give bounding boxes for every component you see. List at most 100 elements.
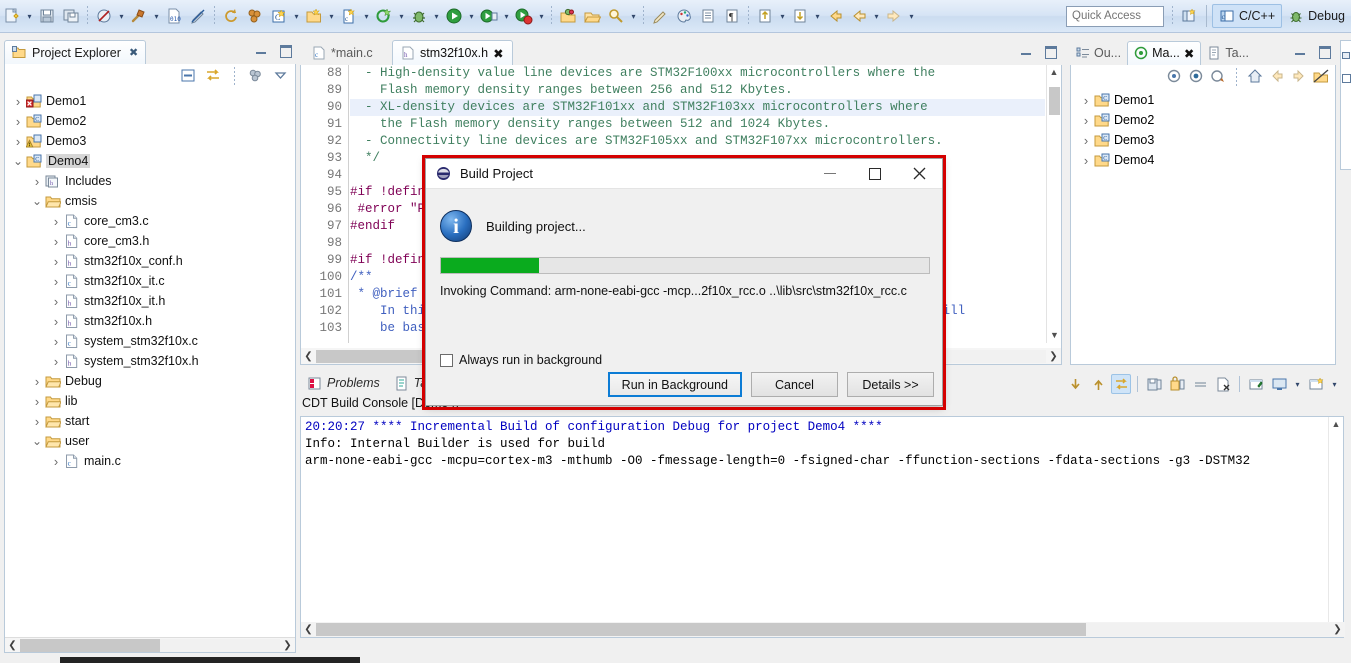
tree-item-core-cm3-h[interactable]: h core_cm3.h	[5, 231, 295, 251]
hide-folder-icon[interactable]	[1313, 68, 1329, 87]
vscroll-thumb[interactable]	[1049, 87, 1060, 115]
twisty-expanded-icon[interactable]	[11, 157, 25, 165]
green-star-icon[interactable]	[372, 4, 396, 28]
link-editor-icon[interactable]	[205, 67, 222, 87]
new-c-project-dropdown-icon[interactable]	[291, 4, 302, 28]
tab-problems[interactable]: Problems	[300, 371, 387, 396]
code-line[interactable]: - XL-density devices are STM32F101xx and…	[350, 99, 1045, 116]
display-console-icon[interactable]	[1269, 374, 1289, 394]
perspective-debug[interactable]: Debug	[1282, 4, 1351, 28]
hscroll-track[interactable]	[316, 623, 1330, 636]
twisty-collapsed-icon[interactable]	[49, 234, 63, 249]
home-icon[interactable]	[1247, 68, 1263, 87]
tree-item-start[interactable]: start	[5, 411, 295, 431]
twisty-collapsed-icon[interactable]	[49, 254, 63, 269]
twisty-expanded-icon[interactable]	[30, 197, 44, 205]
tab-make-target[interactable]: Ma... ✖	[1127, 40, 1202, 65]
scroll-up-icon[interactable]: ▲	[1329, 417, 1343, 432]
run-record-dropdown-icon[interactable]	[536, 4, 547, 28]
tree-item-stm32f10x-conf-h[interactable]: h stm32f10x_conf.h	[5, 251, 295, 271]
open-resource-icon[interactable]	[556, 4, 580, 28]
tree-item-user[interactable]: user	[5, 431, 295, 451]
paragraph-icon[interactable]: ¶	[720, 4, 744, 28]
twisty-collapsed-icon[interactable]	[11, 134, 25, 149]
scroll-left-icon[interactable]: ❮	[5, 640, 20, 651]
close-icon[interactable]: ✖	[493, 46, 503, 61]
build-all-icon[interactable]	[243, 4, 267, 28]
pin-console-icon[interactable]	[1246, 374, 1266, 394]
perspective-cpp[interactable]: c C/C++	[1212, 4, 1283, 28]
twisty-collapsed-icon[interactable]	[11, 114, 25, 129]
skip-breakpoints-dropdown-icon[interactable]	[116, 4, 127, 28]
console-hscrollbar[interactable]: ❮ ❯	[301, 622, 1345, 637]
editor-vscrollbar[interactable]: ▲ ▼	[1046, 65, 1061, 343]
twisty-collapsed-icon[interactable]	[1079, 133, 1093, 148]
new-c-source-dropdown-icon[interactable]	[361, 4, 372, 28]
color-palette-icon[interactable]	[672, 4, 696, 28]
quick-access-input[interactable]	[1066, 5, 1165, 27]
tree-item-includes[interactable]: h Includes	[5, 171, 295, 191]
new-console-icon[interactable]	[1306, 374, 1326, 394]
open-perspective-icon[interactable]	[1177, 4, 1201, 28]
twisty-collapsed-icon[interactable]	[30, 174, 44, 189]
scroll-right-icon[interactable]: ❯	[280, 640, 295, 651]
scroll-lock-icon[interactable]	[1111, 374, 1131, 394]
new-console-dropdown-icon[interactable]	[1329, 372, 1340, 396]
tree-item-main-c[interactable]: c main.c	[5, 451, 295, 471]
always-run-in-background-checkbox[interactable]: Always run in background	[440, 353, 602, 367]
debug-bug-icon[interactable]	[407, 4, 431, 28]
prev-annotation-dropdown-icon[interactable]	[777, 4, 788, 28]
new-folder-icon[interactable]	[302, 4, 326, 28]
open-folder-icon[interactable]	[580, 4, 604, 28]
save-icon[interactable]	[35, 4, 59, 28]
tab-project-explorer[interactable]: Project Explorer ✖	[4, 40, 147, 64]
chevron-down-icon[interactable]	[272, 67, 289, 87]
tree-item-demo3[interactable]: Demo3	[5, 131, 295, 151]
close-icon[interactable]: ✖	[1184, 46, 1194, 61]
new-c-source-icon[interactable]: c	[337, 4, 361, 28]
back-arrow-icon[interactable]	[823, 4, 847, 28]
code-line[interactable]: Flash memory density ranges between 256 …	[350, 82, 1045, 99]
minimize-icon[interactable]	[254, 43, 268, 57]
run-play-icon[interactable]	[442, 4, 466, 28]
run-validate-icon[interactable]	[477, 4, 501, 28]
target-rebuild-icon[interactable]	[1188, 68, 1204, 87]
twisty-collapsed-icon[interactable]	[49, 274, 63, 289]
tree-item-demo2[interactable]: C Demo2	[5, 111, 295, 131]
new-file-icon[interactable]	[0, 4, 24, 28]
make-target-item-demo3[interactable]: C Demo3	[1071, 130, 1335, 150]
minimize-button[interactable]	[807, 159, 852, 189]
tree-item-debug[interactable]: Debug	[5, 371, 295, 391]
twisty-collapsed-icon[interactable]	[30, 374, 44, 389]
left-arrow-icon[interactable]	[847, 4, 871, 28]
restore-icon[interactable]	[1341, 49, 1351, 63]
maximize-icon[interactable]	[278, 43, 292, 58]
green-star-dropdown-icon[interactable]	[396, 4, 407, 28]
run-in-background-button[interactable]: Run in Background	[607, 372, 742, 397]
twisty-collapsed-icon[interactable]	[1079, 93, 1093, 108]
run-dropdown-icon[interactable]	[466, 4, 477, 28]
hammer-dropdown-icon[interactable]	[151, 4, 162, 28]
console-body[interactable]: 20:20:27 **** Incremental Build of confi…	[300, 416, 1345, 638]
scroll-up-icon[interactable]: ▲	[1047, 65, 1061, 80]
panel-stub-icon[interactable]	[1341, 72, 1351, 86]
make-target-item-demo4[interactable]: C Demo4	[1071, 150, 1335, 170]
back-arrow-icon[interactable]	[1269, 68, 1285, 87]
highlight-marker-icon[interactable]	[648, 4, 672, 28]
remove-console-icon[interactable]	[1213, 374, 1233, 394]
right-arrow-icon[interactable]	[882, 4, 906, 28]
tree-item-demo1[interactable]: Demo1	[5, 91, 295, 111]
run-validate-dropdown-icon[interactable]	[501, 4, 512, 28]
scroll-right-icon[interactable]: ❯	[1330, 624, 1345, 635]
scroll-right-icon[interactable]: ❯	[1046, 351, 1061, 362]
scroll-left-icon[interactable]: ❮	[301, 624, 316, 635]
save-console-icon[interactable]	[1144, 374, 1164, 394]
tree-item-stm32f10x-it-c[interactable]: c stm32f10x_it.c	[5, 271, 295, 291]
tree-item-stm32f10x-h[interactable]: h stm32f10x.h	[5, 311, 295, 331]
cancel-button[interactable]: Cancel	[751, 372, 838, 397]
forward-arrow-icon[interactable]	[1291, 68, 1307, 87]
code-line[interactable]: the Flash memory density ranges between …	[350, 116, 1045, 133]
skip-breakpoints-icon[interactable]	[92, 4, 116, 28]
scroll-down-icon[interactable]: ▼	[1047, 328, 1061, 343]
list-view-icon[interactable]	[696, 4, 720, 28]
